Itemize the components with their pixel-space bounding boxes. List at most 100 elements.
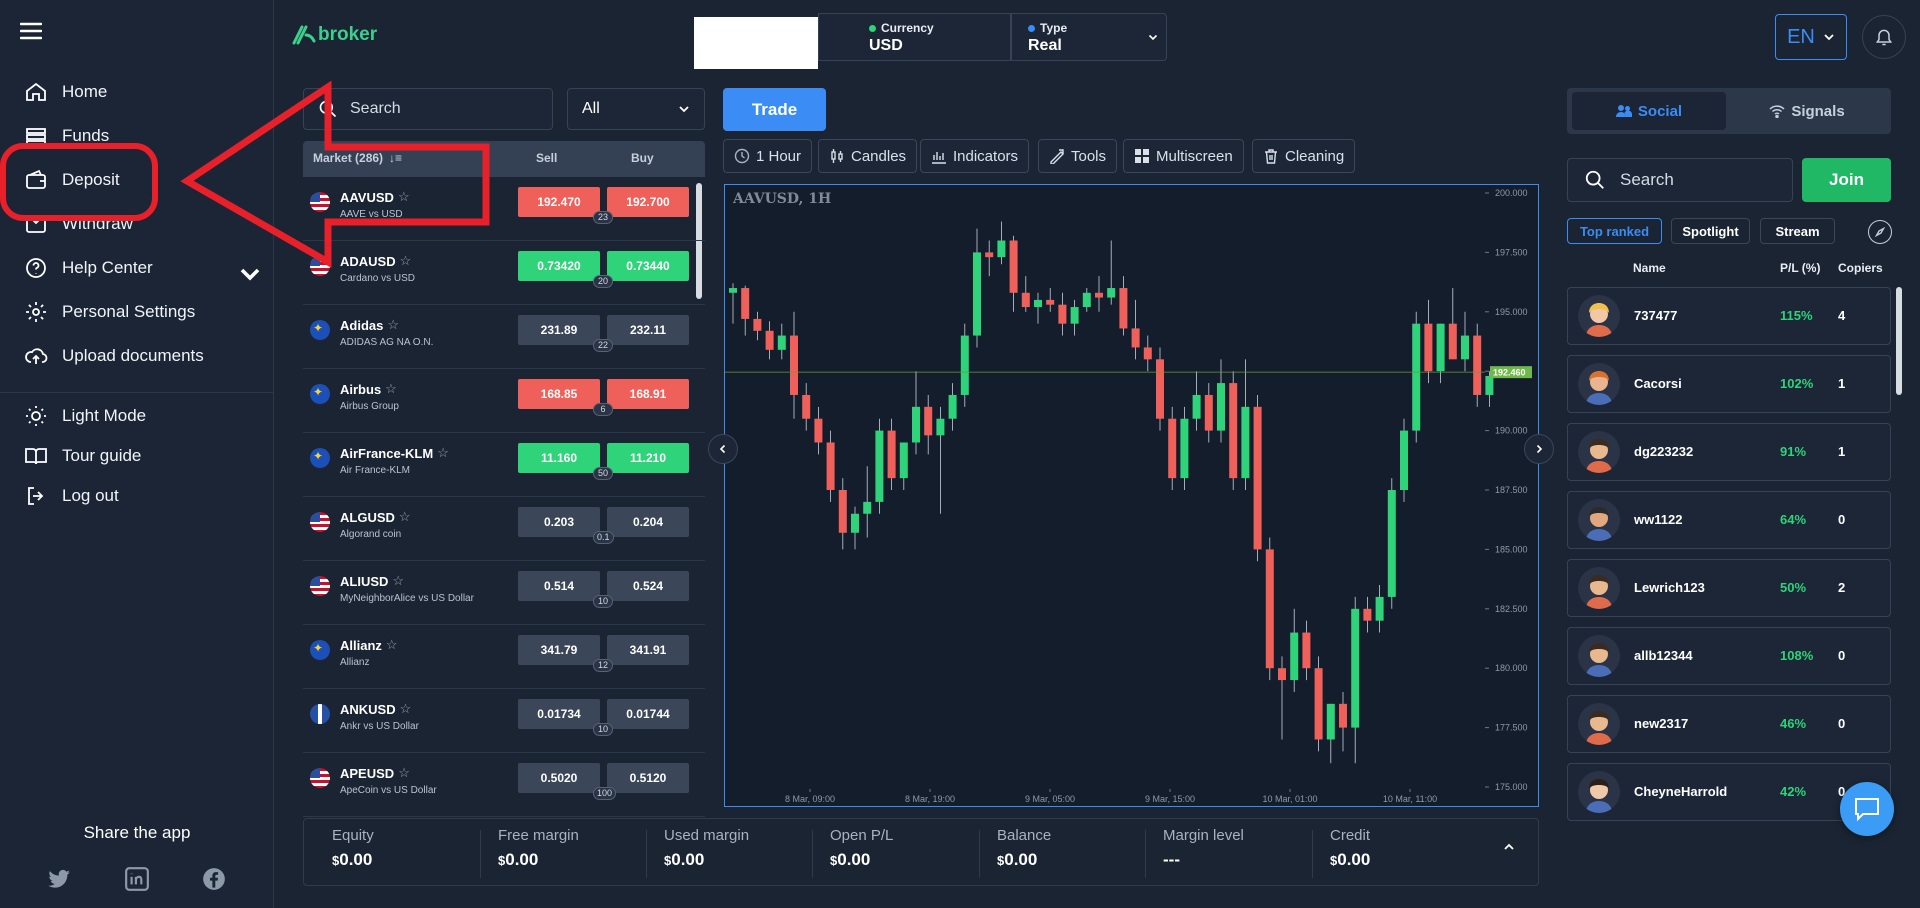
- currency-selector[interactable]: Currency USD: [818, 13, 1011, 61]
- sidebar-item-home[interactable]: Home: [24, 74, 260, 110]
- star-icon[interactable]: ☆: [398, 189, 410, 205]
- language-selector[interactable]: EN: [1775, 14, 1847, 60]
- star-icon[interactable]: ☆: [392, 573, 404, 589]
- facebook-icon[interactable]: [201, 866, 227, 892]
- multiscreen-button[interactable]: Multiscreen: [1123, 139, 1244, 173]
- star-icon[interactable]: ☆: [437, 445, 449, 461]
- sell-price-button[interactable]: 0.01734: [518, 699, 600, 729]
- trader-row[interactable]: 737477 115% 4: [1567, 287, 1891, 345]
- twitter-icon[interactable]: [46, 866, 72, 892]
- currency-value: USD: [869, 37, 903, 54]
- sell-price-button[interactable]: 0.5020: [518, 763, 600, 793]
- market-column-header[interactable]: Market (286) ↓≡: [313, 151, 402, 165]
- market-row[interactable]: ANKUSD ☆ Ankr vs US Dollar 0.01734 0.01744 10: [303, 689, 705, 753]
- sell-price-button[interactable]: 341.79: [518, 635, 600, 665]
- market-search-input[interactable]: Search: [303, 88, 553, 130]
- sell-price-button[interactable]: 11.160: [518, 443, 600, 473]
- market-filter-select[interactable]: All: [567, 88, 705, 130]
- trader-name: ww1122: [1634, 512, 1683, 527]
- cleaning-button[interactable]: Cleaning: [1252, 139, 1356, 173]
- price-chart[interactable]: 200.000197.500195.000192.500190.000187.5…: [724, 184, 1539, 807]
- market-row[interactable]: ALGUSD ☆ Algorand coin 0.203 0.204 0.1: [303, 497, 705, 561]
- market-row[interactable]: AirFrance-KLM☆ Air France-KLM 11.16011.210…: [303, 433, 705, 497]
- filter-stream[interactable]: Stream: [1760, 218, 1835, 244]
- buy-price-button[interactable]: 232.11: [607, 315, 689, 345]
- star-icon[interactable]: ☆: [386, 637, 398, 653]
- sidebar-item-withdraw[interactable]: Withdraw: [24, 206, 260, 242]
- market-row[interactable]: APEUSD ☆ ApeCoin vs US Dollar 0.5020 0.5120 1…: [303, 753, 705, 817]
- sidebar-item-personal-settings[interactable]: Personal Settings: [24, 294, 260, 330]
- market-row[interactable]: ADAUSD ☆ Cardano vs USD 0.73420 0.73440 20: [303, 241, 705, 305]
- filter-spotlight[interactable]: Spotlight: [1671, 218, 1750, 244]
- star-icon[interactable]: ☆: [399, 509, 411, 525]
- sell-price-button[interactable]: 168.85: [518, 379, 600, 409]
- trader-row[interactable]: Lewrich123 50% 2: [1567, 559, 1891, 617]
- sell-price-button[interactable]: 0.514: [518, 571, 600, 601]
- trader-row[interactable]: allb12344 108% 0: [1567, 627, 1891, 685]
- star-icon[interactable]: ☆: [387, 317, 399, 333]
- buy-price-button[interactable]: 0.73440: [607, 251, 689, 281]
- chat-button[interactable]: [1840, 782, 1894, 836]
- star-icon[interactable]: ☆: [398, 765, 410, 781]
- buy-price-button[interactable]: 0.01744: [607, 699, 689, 729]
- chevron-up-icon[interactable]: [1502, 840, 1516, 854]
- chart-next-button[interactable]: [1524, 434, 1554, 464]
- trader-row[interactable]: Cacorsi 102% 1: [1567, 355, 1891, 413]
- trader-row[interactable]: dg223232 91% 1: [1567, 423, 1891, 481]
- filter-top-ranked[interactable]: Top ranked: [1567, 218, 1662, 244]
- market-symbol: AAVUSD: [340, 189, 394, 205]
- market-row[interactable]: AAVUSD ☆ AAVE vs USD 192.470 192.700 23: [303, 177, 705, 241]
- indicators-button[interactable]: Indicators: [920, 139, 1030, 173]
- buy-price-button[interactable]: 168.91: [607, 379, 689, 409]
- market-row[interactable]: Airbus☆ Airbus Group 168.85168.916: [303, 369, 705, 433]
- candle-body: [1217, 383, 1225, 431]
- divider: [1312, 830, 1313, 878]
- candle-body: [1192, 394, 1201, 419]
- sidebar-item-upload-documents[interactable]: Upload documents: [24, 338, 260, 374]
- star-icon[interactable]: ☆: [400, 701, 412, 717]
- sell-price-button[interactable]: 0.203: [518, 507, 600, 537]
- chart-prev-button[interactable]: [708, 434, 738, 464]
- buy-price-button[interactable]: 0.524: [607, 571, 689, 601]
- account-type-selector[interactable]: Type Real: [1011, 13, 1167, 61]
- buy-price-button[interactable]: 11.210: [607, 443, 689, 473]
- trader-search-input[interactable]: Search: [1567, 158, 1793, 202]
- tab-social[interactable]: Social: [1572, 92, 1726, 130]
- notifications-button[interactable]: [1862, 15, 1906, 59]
- sidebar-item-light-mode[interactable]: Light Mode: [24, 398, 260, 434]
- market-symbol: ADAUSD: [340, 253, 396, 269]
- buy-price-button[interactable]: 0.5120: [607, 763, 689, 793]
- compass-icon[interactable]: [1868, 220, 1892, 244]
- trader-scrollbar[interactable]: [1896, 287, 1902, 395]
- buy-price-button[interactable]: 192.700: [607, 187, 689, 217]
- brand-logo[interactable]: broker: [292, 24, 377, 51]
- menu-icon[interactable]: [20, 20, 42, 42]
- sidebar-item-tour-guide[interactable]: Tour guide: [24, 438, 260, 474]
- market-row[interactable]: Adidas☆ ADIDAS AG NA O.N. 231.89232.1122: [303, 305, 705, 369]
- interval-button[interactable]: 1 Hour: [723, 139, 813, 173]
- trader-row[interactable]: new2317 46% 0: [1567, 695, 1891, 753]
- trade-button[interactable]: Trade: [723, 88, 826, 131]
- buy-price-button[interactable]: 341.91: [607, 635, 689, 665]
- chevron-down-icon[interactable]: [238, 262, 262, 286]
- sidebar-item-log-out[interactable]: Log out: [24, 478, 260, 514]
- star-icon[interactable]: ☆: [385, 381, 397, 397]
- avatar: [1578, 703, 1620, 745]
- funds-icon: [24, 124, 48, 148]
- market-row[interactable]: Allianz☆Allianz341.79341.9112: [303, 625, 705, 689]
- sidebar-item-help-center[interactable]: Help Center: [24, 250, 260, 286]
- trader-row[interactable]: ww1122 64% 0: [1567, 491, 1891, 549]
- market-row[interactable]: ALIUSD ☆ MyNeighborAlice vs US Dollar 0.514…: [303, 561, 705, 625]
- sell-price-button[interactable]: 231.89: [518, 315, 600, 345]
- tools-button[interactable]: Tools: [1038, 139, 1118, 173]
- buy-price-button[interactable]: 0.204: [607, 507, 689, 537]
- join-button[interactable]: Join: [1802, 158, 1891, 202]
- sidebar-item-deposit[interactable]: Deposit: [24, 162, 260, 198]
- star-icon[interactable]: ☆: [400, 253, 412, 269]
- sidebar-item-funds[interactable]: Funds: [24, 118, 260, 154]
- linkedin-icon[interactable]: [124, 866, 150, 892]
- sell-price-button[interactable]: 0.73420: [518, 251, 600, 281]
- sell-price-button[interactable]: 192.470: [518, 187, 600, 217]
- tab-signals[interactable]: Signals: [1729, 92, 1885, 130]
- chart-style-button[interactable]: Candles: [818, 139, 918, 173]
